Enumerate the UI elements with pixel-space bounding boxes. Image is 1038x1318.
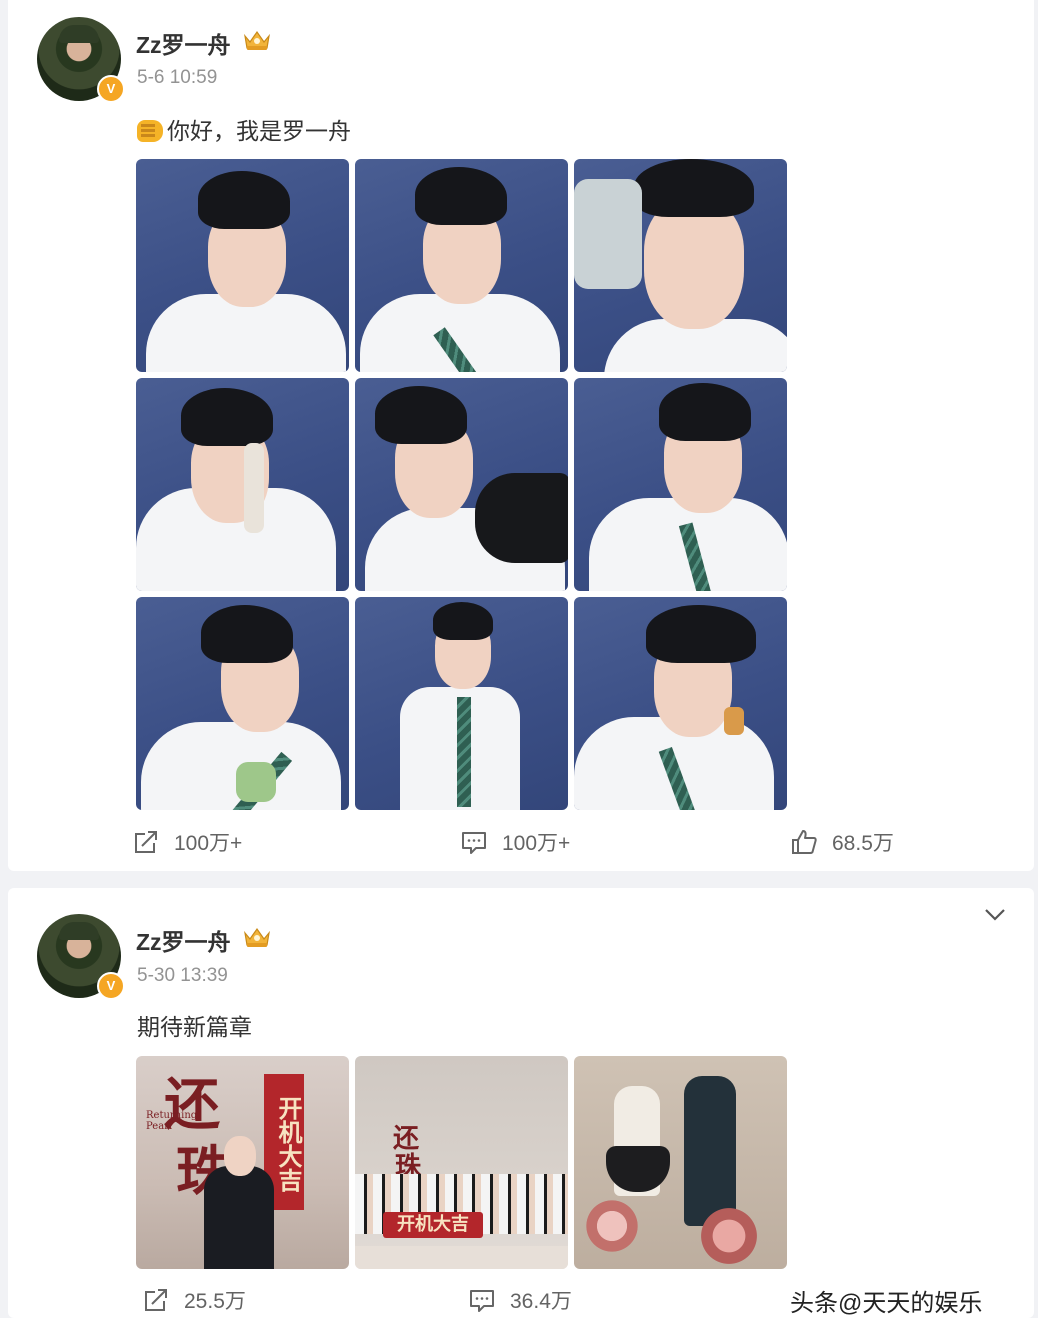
comment-icon — [470, 1290, 494, 1312]
verified-v-badge-icon: V — [97, 972, 125, 1000]
comment-button[interactable]: 100万+ — [460, 827, 570, 857]
post-image-7[interactable] — [136, 597, 349, 810]
repost-count: 25.5万 — [184, 1290, 246, 1313]
post-image-4[interactable] — [136, 378, 349, 591]
post-card-2: V Zz罗一舟 5-30 13:39 期待新篇章 还 珠 Returning P… — [8, 888, 1034, 1318]
poster-subtitle: Returning Pearl — [146, 1110, 198, 1132]
post-image-9[interactable] — [574, 597, 787, 810]
thumbs-up-icon — [792, 830, 817, 854]
post-image-1[interactable]: 还 珠 Returning Pearl 开机大吉 — [136, 1056, 349, 1269]
chevron-down-icon[interactable] — [984, 908, 1006, 922]
repost-icon — [135, 831, 157, 853]
user-avatar[interactable]: V — [37, 17, 125, 103]
post-image-2[interactable]: 还 珠 开机大吉 — [355, 1056, 568, 1269]
comment-count: 36.4万 — [510, 1290, 572, 1313]
comment-count: 100万+ — [502, 832, 571, 855]
user-avatar[interactable]: V — [37, 914, 125, 1000]
crown-badge-icon[interactable] — [242, 28, 272, 52]
repost-button[interactable]: 100万+ — [132, 827, 242, 857]
post-text: 期待新篇章 — [137, 1014, 252, 1040]
fist-emoji-icon — [137, 120, 163, 142]
post-image-1[interactable] — [136, 159, 349, 372]
post-text: 你好，我是罗一舟 — [137, 112, 351, 146]
like-count: 68.5万 — [832, 832, 894, 855]
repost-icon — [145, 1289, 167, 1311]
comment-icon — [462, 832, 486, 854]
group-banner: 开机大吉 — [383, 1212, 483, 1238]
like-button[interactable]: 68.5万 — [790, 827, 894, 857]
comment-button[interactable]: 36.4万 — [468, 1285, 572, 1315]
post-image-3[interactable] — [574, 1056, 787, 1269]
post-image-6[interactable] — [574, 378, 787, 591]
post-card-1: V Zz罗一舟 5-6 10:59 你好，我是罗一舟 100万+ 100万+ 6… — [8, 0, 1034, 871]
post-image-3[interactable] — [574, 159, 787, 372]
watermark: 头条@天天的娱乐 — [790, 1290, 983, 1317]
repost-button[interactable]: 25.5万 — [142, 1285, 246, 1315]
user-name[interactable]: Zz罗一舟 — [136, 923, 231, 957]
verified-v-badge-icon: V — [97, 75, 125, 103]
post-image-5[interactable] — [355, 378, 568, 591]
post-text-content: 你好，我是罗一舟 — [167, 118, 351, 144]
user-name[interactable]: Zz罗一舟 — [136, 26, 231, 60]
post-time[interactable]: 5-30 13:39 — [137, 965, 228, 987]
post-image-8[interactable] — [355, 597, 568, 810]
repost-count: 100万+ — [174, 832, 243, 855]
post-time[interactable]: 5-6 10:59 — [137, 67, 217, 89]
crown-badge-icon[interactable] — [242, 925, 272, 949]
post-image-2[interactable] — [355, 159, 568, 372]
